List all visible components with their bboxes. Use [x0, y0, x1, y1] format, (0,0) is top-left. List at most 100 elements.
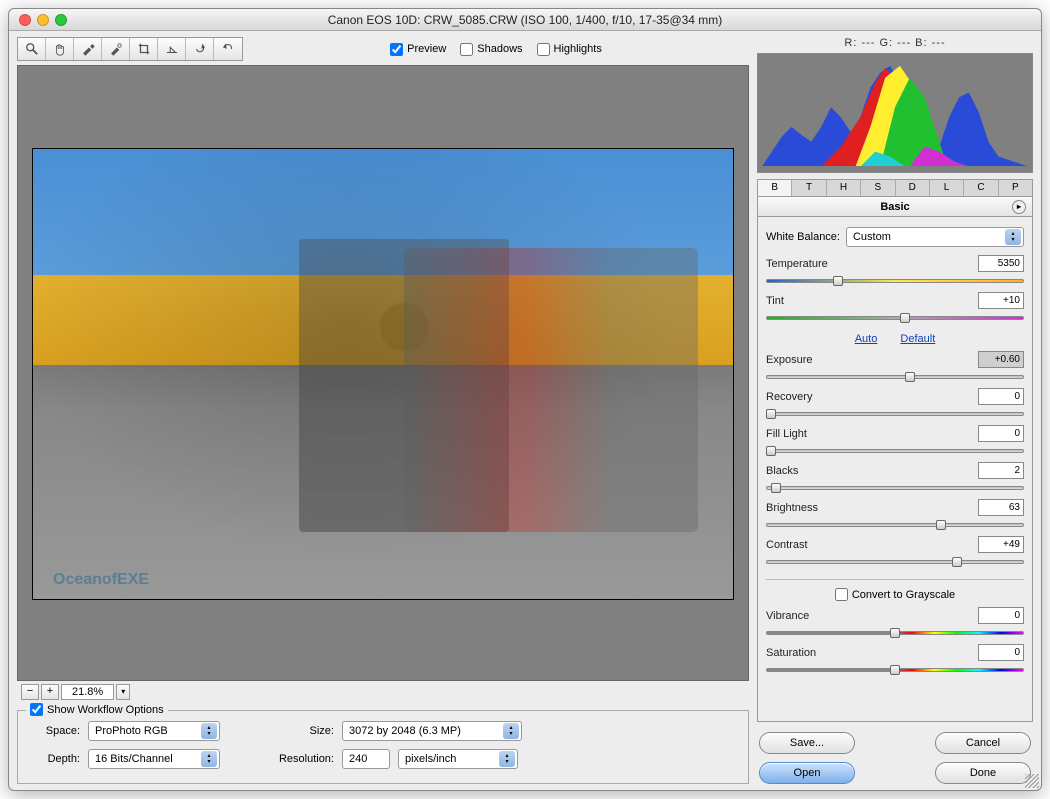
recovery-value[interactable]: 0 [978, 388, 1024, 405]
tab-p[interactable]: P [999, 180, 1032, 196]
workflow-options: Show Workflow Options Space: ProPhoto RG… [17, 710, 749, 784]
saturation-setting: Saturation0 [766, 644, 1024, 677]
straighten-tool-icon[interactable] [158, 38, 186, 60]
brightness-value[interactable]: 63 [978, 499, 1024, 516]
temperature-label: Temperature [766, 258, 828, 270]
crop-tool-icon[interactable] [130, 38, 158, 60]
exposure-value[interactable]: +0.60 [978, 351, 1024, 368]
brightness-setting: Brightness 63 [766, 499, 1024, 532]
highlights-checkbox[interactable]: Highlights [537, 43, 602, 56]
exposure-label: Exposure [766, 354, 812, 366]
zoom-in-button[interactable]: + [41, 684, 59, 700]
sampler-tool-icon[interactable] [102, 38, 130, 60]
zoom-out-button[interactable]: − [21, 684, 39, 700]
close-icon[interactable] [19, 14, 31, 26]
brightness-label: Brightness [766, 502, 818, 514]
zoom-menu-icon[interactable]: ▾ [116, 684, 130, 700]
hand-tool-icon[interactable] [46, 38, 74, 60]
photo-canvas: OceanofEXE [32, 148, 734, 600]
tint-setting: Tint +10 [766, 292, 1024, 325]
blacks-slider[interactable] [766, 481, 1024, 495]
temperature-setting: Temperature 5350 [766, 255, 1024, 288]
zoom-value[interactable]: 21.8% [61, 684, 114, 700]
grayscale-label: Convert to Grayscale [852, 589, 955, 601]
white-balance-dropdown[interactable]: Custom▴▾ [846, 227, 1024, 247]
app-window: Canon EOS 10D: CRW_5085.CRW (ISO 100, 1/… [8, 8, 1042, 791]
highlights-label: Highlights [554, 43, 602, 55]
space-dropdown[interactable]: ProPhoto RGB▴▾ [88, 721, 220, 741]
tab-h[interactable]: H [827, 180, 861, 196]
default-link[interactable]: Default [900, 333, 935, 345]
auto-link[interactable]: Auto [855, 333, 878, 345]
panel-tabs: BTHSDLCP [757, 179, 1033, 197]
recovery-slider[interactable] [766, 407, 1024, 421]
fill-light-setting: Fill Light0 [766, 425, 1024, 458]
blacks-label: Blacks [766, 465, 798, 477]
zoom-icon[interactable] [55, 14, 67, 26]
tab-b[interactable]: B [758, 180, 792, 196]
tint-value[interactable]: +10 [978, 292, 1024, 309]
vibrance-label: Vibrance [766, 610, 809, 622]
tab-s[interactable]: S [861, 180, 895, 196]
minimize-icon[interactable] [37, 14, 49, 26]
resize-grip-icon[interactable] [1025, 774, 1039, 788]
contrast-label: Contrast [766, 539, 808, 551]
temperature-value[interactable]: 5350 [978, 255, 1024, 272]
depth-dropdown[interactable]: 16 Bits/Channel▴▾ [88, 749, 220, 769]
tab-c[interactable]: C [964, 180, 998, 196]
saturation-value[interactable]: 0 [978, 644, 1024, 661]
recovery-label: Recovery [766, 391, 812, 403]
size-label: Size: [268, 725, 334, 737]
window-title: Canon EOS 10D: CRW_5085.CRW (ISO 100, 1/… [9, 9, 1041, 31]
tint-label: Tint [766, 295, 784, 307]
shadows-label: Shadows [477, 43, 522, 55]
rotate-cw-icon[interactable] [214, 38, 242, 60]
open-button[interactable]: Open [759, 762, 855, 784]
contrast-slider[interactable] [766, 555, 1024, 569]
resolution-label: Resolution: [268, 753, 334, 765]
vibrance-slider[interactable] [766, 626, 1024, 640]
grayscale-checkbox[interactable] [835, 588, 848, 601]
vibrance-value[interactable]: 0 [978, 607, 1024, 624]
blacks-value[interactable]: 2 [978, 462, 1024, 479]
panel-header: Basic ▸ [757, 197, 1033, 217]
image-preview[interactable]: OceanofEXE [17, 65, 749, 681]
brightness-slider[interactable] [766, 518, 1024, 532]
watermark-text: OceanofEXE [53, 571, 149, 589]
tool-group [17, 37, 243, 61]
fill_light-value[interactable]: 0 [978, 425, 1024, 442]
eyedropper-tool-icon[interactable] [74, 38, 102, 60]
vibrance-setting: Vibrance 0 [766, 607, 1024, 640]
exposure-setting: Exposure +0.60 [766, 351, 1024, 384]
contrast-value[interactable]: +49 [978, 536, 1024, 553]
size-dropdown[interactable]: 3072 by 2048 (6.3 MP)▴▾ [342, 721, 522, 741]
show-workflow-checkbox[interactable] [30, 703, 43, 716]
blacks-setting: Blacks 2 [766, 462, 1024, 495]
depth-label: Depth: [28, 753, 80, 765]
tint-slider[interactable] [766, 311, 1024, 325]
temperature-slider[interactable] [766, 274, 1024, 288]
panel-menu-icon[interactable]: ▸ [1012, 200, 1026, 214]
cancel-button[interactable]: Cancel [935, 732, 1031, 754]
histogram [757, 53, 1033, 173]
space-label: Space: [28, 725, 80, 737]
done-button[interactable]: Done [935, 762, 1031, 784]
traffic-lights [19, 14, 67, 26]
auto-default-links: Auto Default [766, 333, 1024, 345]
white-balance-label: White Balance: [766, 231, 840, 243]
tab-l[interactable]: L [930, 180, 964, 196]
save-button[interactable]: Save... [759, 732, 855, 754]
exposure-slider[interactable] [766, 370, 1024, 384]
resolution-input[interactable] [342, 749, 390, 769]
resolution-units-dropdown[interactable]: pixels/inch▴▾ [398, 749, 518, 769]
panel-title: Basic [880, 201, 909, 213]
shadows-checkbox[interactable]: Shadows [460, 43, 522, 56]
tab-t[interactable]: T [792, 180, 826, 196]
rotate-ccw-icon[interactable] [186, 38, 214, 60]
saturation-slider[interactable] [766, 663, 1024, 677]
preview-label: Preview [407, 43, 446, 55]
tab-d[interactable]: D [896, 180, 930, 196]
zoom-tool-icon[interactable] [18, 38, 46, 60]
fill_light-slider[interactable] [766, 444, 1024, 458]
preview-checkbox[interactable]: Preview [390, 43, 446, 56]
